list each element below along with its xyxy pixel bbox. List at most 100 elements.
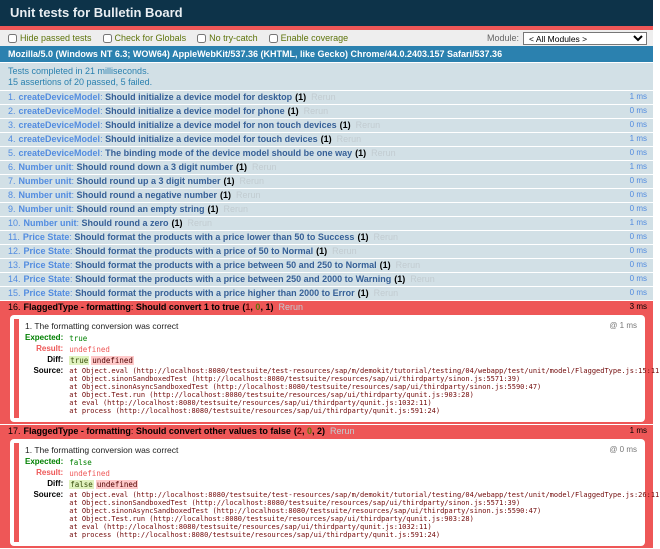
rerun-link[interactable]: Rerun [240,176,265,186]
assertion-message-row: @ 1 ms 1. The formatting conversion was … [25,321,637,331]
rerun-link[interactable]: Rerun [371,148,396,158]
assertion-counts: (1) [220,190,231,200]
rerun-link[interactable]: Rerun [311,92,336,102]
test-name[interactable]: Should format the products with a price … [75,274,391,284]
test-number: 4. [8,134,16,144]
test-row-failed[interactable]: 1 ms 17.FlaggedType - formatting: Should… [0,425,653,549]
rerun-link[interactable]: Rerun [410,274,435,284]
test-runtime: 3 ms [630,302,647,312]
test-name[interactable]: Should format the products with a price … [74,232,354,242]
test-row[interactable]: 0 ms 9.Number unit: Should round an empt… [0,203,653,217]
test-runtime: 0 ms [630,190,647,200]
checkbox-hide-passed-tests[interactable]: Hide passed tests [8,33,92,43]
source-row: Source: at Object.eval (http://localhost… [25,366,660,416]
assertion-counts: (1) [236,162,247,172]
module-name: createDeviceModel [19,148,101,158]
test-number: 14. [8,274,21,284]
rerun-link[interactable]: Rerun [337,134,362,144]
test-name[interactable]: Should format the products with a price … [75,260,377,270]
page-title: Unit tests for Bulletin Board [0,0,653,26]
module-name: createDeviceModel [19,134,101,144]
assertion-counts: (1) [295,92,306,102]
test-row[interactable]: 0 ms 3.createDeviceModel: Should initial… [0,119,653,133]
test-row-failed[interactable]: 3 ms 16.FlaggedType - formatting: Should… [0,301,653,425]
assertion-counts: (1) [394,274,405,284]
rerun-link[interactable]: Rerun [356,120,381,130]
test-row[interactable]: 1 ms 6.Number unit: Should round down a … [0,161,653,175]
test-row[interactable]: 0 ms 14.Price State: Should format the p… [0,273,653,287]
test-name[interactable]: Should convert other values to false [136,426,291,436]
test-runtime: 1 ms [630,162,647,172]
module-select[interactable]: < All Modules > [523,32,647,45]
test-number: 8. [8,190,16,200]
rerun-link[interactable]: Rerun [330,426,355,436]
test-name[interactable]: Should round down a 3 digit number [77,162,234,172]
rerun-link[interactable]: Rerun [373,232,398,242]
test-row[interactable]: 1 ms 4.createDeviceModel: Should initial… [0,133,653,147]
source-trace: at Object.eval (http://localhost:8080/te… [69,491,660,539]
test-name[interactable]: Should round a negative number [77,190,218,200]
assertion-index: 1. [25,445,32,455]
test-row[interactable]: 0 ms 2.createDeviceModel: Should initial… [0,105,653,119]
user-agent-banner: Mozilla/5.0 (Windows NT 6.3; WOW64) Appl… [0,46,653,63]
test-name[interactable]: Should format the products with a price … [75,288,355,298]
test-number: 5. [8,148,16,158]
assertion-counts: (1) [224,176,235,186]
module-filter: Module: < All Modules > [487,32,647,45]
toolbar-checkbox-input[interactable] [269,34,278,43]
expected-row: Expected: false [25,457,660,468]
test-name[interactable]: Should round up a 3 digit number [77,176,221,186]
test-runtime: 0 ms [630,204,647,214]
assertion-message-row: @ 0 ms 1. The formatting conversion was … [25,445,637,455]
assertion: @ 0 ms 1. The formatting conversion was … [14,443,641,542]
assertion-message: The formatting conversion was correct [34,445,178,455]
test-name[interactable]: Should round an empty string [77,204,205,214]
result-label: Result: [25,468,68,479]
assertion-counts: (1) [172,218,183,228]
rerun-link[interactable]: Rerun [188,218,213,228]
test-number: 16. [8,302,21,312]
rerun-link[interactable]: Rerun [252,162,277,172]
rerun-link[interactable]: Rerun [236,190,261,200]
rerun-link[interactable]: Rerun [278,302,303,312]
test-name[interactable]: Should initialize a device model for non… [105,120,337,130]
rerun-link[interactable]: Rerun [304,106,329,116]
rerun-link[interactable]: Rerun [332,246,357,256]
test-name[interactable]: Should round a zero [82,218,169,228]
toolbar-checkbox-input[interactable] [197,34,206,43]
checkbox-check-for-globals[interactable]: Check for Globals [103,33,187,43]
test-row[interactable]: 1 ms 10.Number unit: Should round a zero… [0,217,653,231]
toolbar-checkbox-input[interactable] [103,34,112,43]
test-name[interactable]: The binding mode of the device model sho… [105,148,352,158]
test-runtime: 0 ms [630,260,647,270]
test-row[interactable]: 0 ms 15.Price State: Should format the p… [0,287,653,301]
diff-removed: false [69,480,94,489]
module-name: Number unit [19,204,72,214]
test-name[interactable]: Should convert 1 to true [136,302,240,312]
test-name[interactable]: Should initialize a device model for des… [105,92,292,102]
test-runtime: 1 ms [630,426,647,436]
test-name[interactable]: Should format the products with a price … [75,246,313,256]
toolbar-checkbox-input[interactable] [8,34,17,43]
test-row[interactable]: 0 ms 12.Price State: Should format the p… [0,245,653,259]
rerun-link[interactable]: Rerun [374,288,399,298]
test-row[interactable]: 1 ms 1.createDeviceModel: Should initial… [0,91,653,105]
test-row[interactable]: 0 ms 11.Price State: Should format the p… [0,231,653,245]
rerun-link[interactable]: Rerun [224,204,249,214]
result-label: Result: [25,344,68,355]
result-row: Result: undefined [25,468,660,479]
result-row: Result: undefined [25,344,660,355]
test-row[interactable]: 0 ms 8.Number unit: Should round a negat… [0,189,653,203]
test-name[interactable]: Should initialize a device model for tou… [105,134,318,144]
toolbar-checkbox-label: Check for Globals [115,33,187,43]
checkbox-enable-coverage[interactable]: Enable coverage [269,33,349,43]
module-name: Price State [24,274,71,284]
test-row[interactable]: 0 ms 5.createDeviceModel: The binding mo… [0,147,653,161]
test-row[interactable]: 0 ms 7.Number unit: Should round up a 3 … [0,175,653,189]
test-name[interactable]: Should initialize a device model for pho… [105,106,285,116]
checkbox-no-try-catch[interactable]: No try-catch [197,33,258,43]
assert-list: @ 0 ms 1. The formatting conversion was … [10,439,645,546]
rerun-link[interactable]: Rerun [396,260,421,270]
test-row[interactable]: 0 ms 13.Price State: Should format the p… [0,259,653,273]
module-name: Number unit [19,176,72,186]
